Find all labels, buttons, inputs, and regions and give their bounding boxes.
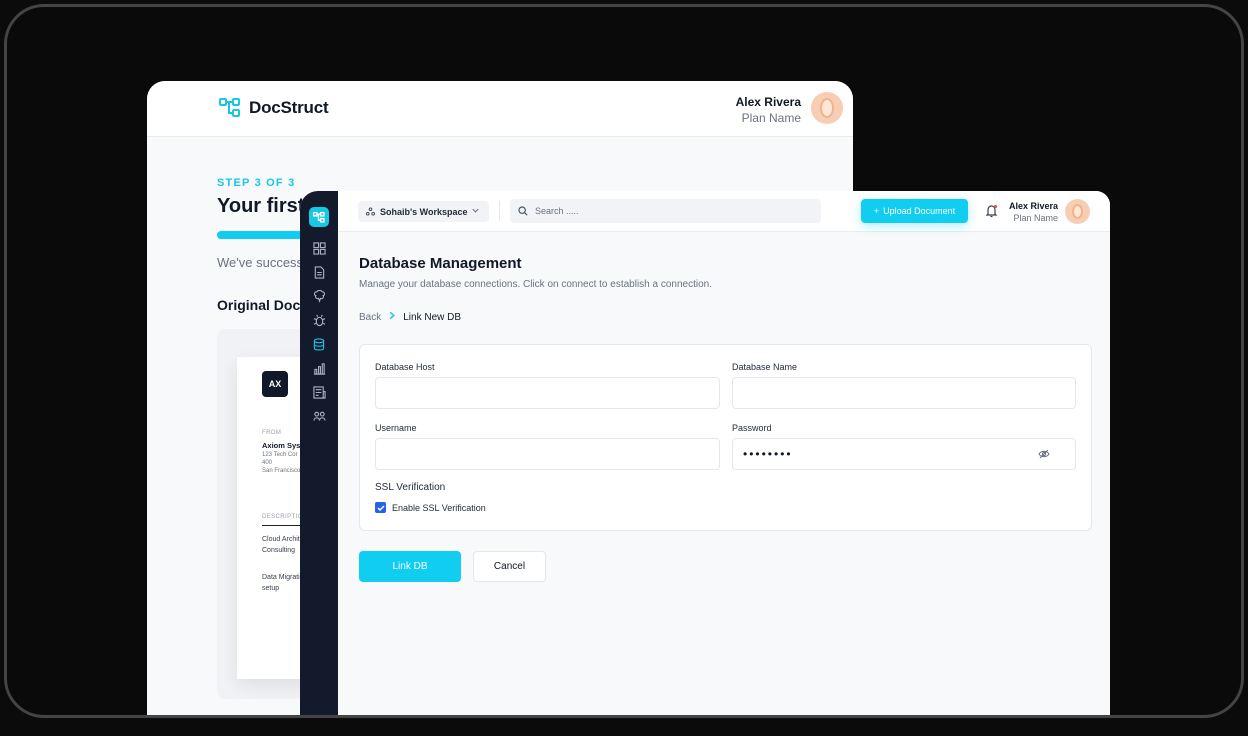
topbar: Sohaib's Workspace + Upload Document Ale… [338, 191, 1110, 232]
chevron-down-icon [471, 206, 480, 217]
back-user-plan: Plan Name [741, 111, 801, 125]
breadcrumb: Back Link New DB [359, 311, 461, 323]
item-text: Data Migrati [262, 574, 300, 581]
upload-document-button[interactable]: + Upload Document [861, 199, 968, 223]
bug-icon[interactable] [312, 313, 326, 327]
ssl-section-title: SSL Verification [375, 482, 446, 493]
back-header: DocStruct Alex Rivera Plan Name [147, 81, 853, 137]
back-user-info: Alex Rivera Plan Name [736, 95, 801, 125]
db-form-card: Database Host Database Name Username Pas… [359, 344, 1092, 531]
app-window: Sohaib's Workspace + Upload Document Ale… [300, 191, 1110, 715]
address-line: 123 Tech Cor [262, 452, 298, 458]
docstruct-logo-icon [219, 98, 240, 117]
from-label: FROM [262, 430, 282, 436]
document-logo: AX [262, 371, 288, 397]
document-item: Data Migrati setup [262, 572, 300, 594]
chevron-right-icon [388, 311, 396, 323]
page-title: Database Management [359, 255, 522, 272]
user-plan: Plan Name [1013, 213, 1058, 223]
back-section-title: Original Docu [217, 297, 309, 313]
address-line: 400 [262, 460, 273, 466]
chart-icon[interactable] [312, 361, 326, 375]
notification-bell-icon[interactable] [985, 204, 999, 218]
workspace-icon [366, 207, 375, 216]
team-icon[interactable] [312, 409, 326, 423]
divider [499, 201, 500, 221]
upload-label: Upload Document [883, 206, 956, 216]
user-name: Alex Rivera [1008, 201, 1058, 211]
dashboard-icon[interactable] [312, 241, 326, 255]
app-logo-icon[interactable] [309, 207, 329, 227]
workspace-selector[interactable]: Sohaib's Workspace [358, 201, 489, 222]
step-label: STEP 3 OF 3 [217, 177, 296, 189]
report-icon[interactable] [312, 385, 326, 399]
database-name-input[interactable] [732, 377, 1076, 409]
password-input[interactable] [732, 438, 1076, 470]
item-text: setup [262, 585, 280, 592]
device-frame: DocStruct Alex Rivera Plan Name STEP 3 O… [4, 4, 1244, 718]
cancel-button[interactable]: Cancel [473, 551, 546, 582]
address-line: San Francisco [262, 468, 301, 474]
page-description: Manage your database connections. Click … [359, 279, 712, 290]
db-name-label: Database Name [732, 362, 798, 372]
search-input[interactable] [535, 206, 795, 216]
ssl-checkbox-row[interactable]: Enable SSL Verification [375, 502, 486, 513]
document-item: Cloud Archit Consulting [262, 534, 300, 556]
document-icon[interactable] [312, 265, 326, 279]
breadcrumb-current: Link New DB [403, 311, 462, 323]
database-icon[interactable] [312, 337, 326, 351]
ssl-checkbox-label[interactable]: Enable SSL Verification [392, 503, 486, 513]
back-description: We've success [217, 255, 304, 270]
eye-off-icon[interactable] [1038, 447, 1050, 459]
back-title: Your first [217, 195, 305, 217]
avatar[interactable] [1065, 199, 1090, 224]
document-address: 123 Tech Cor 400 San Francisco [262, 451, 300, 475]
back-user-name: Alex Rivera [735, 95, 801, 109]
docstruct-logo: DocStruct [219, 98, 329, 118]
workspace-name: Sohaib's Workspace [380, 206, 468, 217]
username-input[interactable] [375, 438, 720, 470]
password-label: Password [732, 423, 772, 433]
plus-icon: + [873, 206, 880, 216]
check-icon [376, 504, 385, 511]
link-db-button[interactable]: Link DB [359, 551, 461, 582]
database-host-input[interactable] [375, 377, 720, 409]
item-text: Consulting [262, 547, 296, 554]
sidebar [300, 191, 338, 715]
user-info: Alex Rivera Plan Name [998, 201, 1058, 223]
breadcrumb-back[interactable]: Back [359, 312, 381, 323]
brain-icon[interactable] [312, 289, 326, 303]
search-bar[interactable] [510, 199, 821, 223]
search-icon [518, 206, 528, 216]
item-text: Cloud Archit [262, 536, 300, 543]
host-label: Database Host [375, 362, 435, 372]
back-avatar[interactable] [811, 92, 843, 124]
username-label: Username [375, 423, 417, 433]
ssl-checkbox[interactable] [375, 502, 386, 513]
brand-name: DocStruct [249, 98, 329, 117]
